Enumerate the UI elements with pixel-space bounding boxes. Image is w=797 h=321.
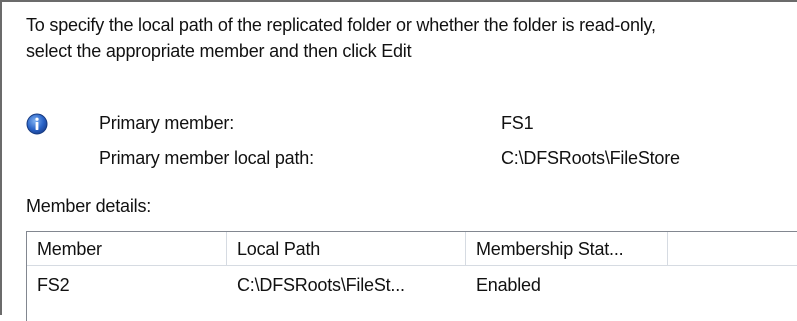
member-details-list[interactable]: Member Local Path Membership Stat... FS2… [26,231,797,321]
instructions-text: To specify the local path of the replica… [26,15,656,61]
primary-member-label: Primary member: [99,113,235,133]
column-header-membership-status[interactable]: Membership Stat... [466,232,668,266]
primary-member-path-value: C:\DFSRoots\FileStore [501,148,680,168]
cell-membership-status: Enabled [476,275,541,295]
primary-member-path-label: Primary member local path: [99,148,314,168]
list-header: Member Local Path Membership Stat... [27,232,797,266]
column-header-empty [668,232,797,266]
info-icon [26,113,48,135]
cell-member: FS2 [37,275,70,295]
dialog-panel: To specify the local path of the replica… [0,0,797,321]
cell-local-path: C:\DFSRoots\FileSt... [237,275,405,295]
primary-member-value: FS1 [501,113,534,133]
column-header-local-path[interactable]: Local Path [227,232,466,266]
column-header-member[interactable]: Member [27,232,227,266]
member-details-label: Member details: [26,196,152,216]
table-row[interactable]: FS2 C:\DFSRoots\FileSt... Enabled [27,268,797,302]
